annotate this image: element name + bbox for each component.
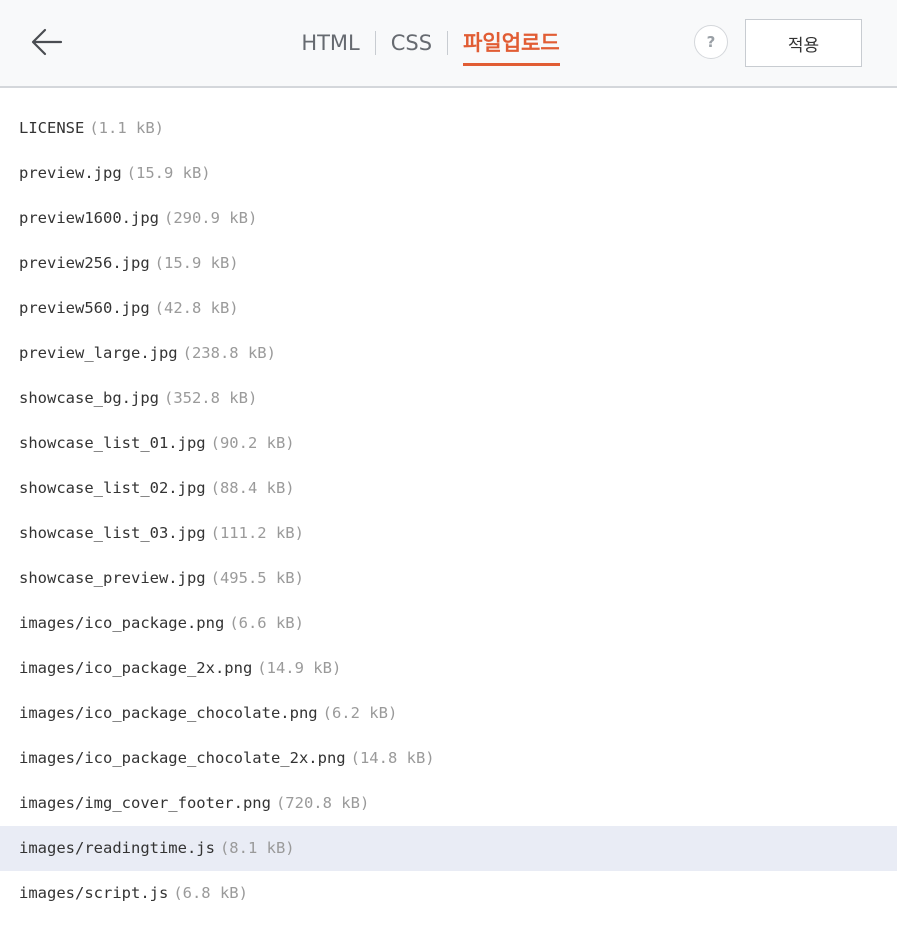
file-size: (8.1 kB) xyxy=(219,839,295,857)
file-size: (290.9 kB) xyxy=(163,209,258,227)
help-icon: ? xyxy=(706,33,716,51)
file-list-item[interactable]: showcase_preview.jpg (495.5 kB) xyxy=(0,556,897,601)
file-size: (6.6 kB) xyxy=(229,614,304,632)
file-list-item[interactable]: preview560.jpg (42.8 kB) xyxy=(0,286,897,331)
file-name: preview1600.jpg xyxy=(19,209,159,227)
file-size: (111.2 kB) xyxy=(210,524,304,542)
file-list-item[interactable]: images/ico_package_chocolate.png (6.2 kB) xyxy=(0,691,897,736)
file-name: images/ico_package_2x.png xyxy=(19,659,253,677)
file-list-item[interactable]: preview.jpg (15.9 kB) xyxy=(0,151,897,196)
top-toolbar: HTML CSS 파일업로드 ? 적용 xyxy=(0,0,897,88)
file-size: (42.8 kB) xyxy=(154,299,239,317)
file-list-item[interactable]: showcase_list_02.jpg (88.4 kB) xyxy=(0,466,897,511)
file-size: (6.2 kB) xyxy=(322,704,398,722)
tab-html[interactable]: HTML xyxy=(301,0,359,86)
file-list-item[interactable]: showcase_list_03.jpg (111.2 kB) xyxy=(0,511,897,556)
file-size: (1.1 kB) xyxy=(89,119,164,137)
file-list-item[interactable]: images/ico_package_2x.png (14.9 kB) xyxy=(0,646,897,691)
file-list-item[interactable]: images/readingtime.js (8.1 kB) xyxy=(0,826,897,871)
file-list: LICENSE (1.1 kB) preview.jpg (15.9 kB) previ… xyxy=(0,106,897,916)
help-button[interactable]: ? xyxy=(694,25,728,59)
file-name: showcase_preview.jpg xyxy=(19,569,206,587)
file-list-item[interactable]: LICENSE (1.1 kB) xyxy=(0,106,897,151)
file-name: images/ico_package.png xyxy=(19,614,225,632)
file-name: images/readingtime.js xyxy=(19,839,215,857)
file-size: (88.4 kB) xyxy=(210,479,295,497)
file-size: (15.9 kB) xyxy=(126,164,211,182)
file-name: images/img_cover_footer.png xyxy=(19,794,271,812)
file-name: preview560.jpg xyxy=(19,299,150,317)
file-size: (14.9 kB) xyxy=(257,659,342,677)
file-name: showcase_list_01.jpg xyxy=(19,434,206,452)
file-list-item[interactable]: preview1600.jpg (290.9 kB) xyxy=(0,196,897,241)
file-list-item[interactable]: images/ico_package.png (6.6 kB) xyxy=(0,601,897,646)
tab-file-upload[interactable]: 파일업로드 xyxy=(463,0,560,86)
file-list-item[interactable]: showcase_list_01.jpg (90.2 kB) xyxy=(0,421,897,466)
file-list-item[interactable]: images/img_cover_footer.png (720.8 kB) xyxy=(0,781,897,826)
tab-divider xyxy=(447,31,449,55)
file-name: LICENSE xyxy=(19,119,85,137)
file-name: images/ico_package_chocolate_2x.png xyxy=(19,749,346,767)
tab-css[interactable]: CSS xyxy=(391,0,432,86)
file-size: (238.8 kB) xyxy=(182,344,276,362)
apply-button[interactable]: 적용 xyxy=(745,19,862,67)
file-size: (14.8 kB) xyxy=(350,749,435,767)
tab-divider xyxy=(374,31,376,55)
file-name: showcase_list_02.jpg xyxy=(19,479,206,497)
file-name: preview256.jpg xyxy=(19,254,150,272)
file-size: (495.5 kB) xyxy=(210,569,304,587)
file-name: images/ico_package_chocolate.png xyxy=(19,704,318,722)
file-size: (90.2 kB) xyxy=(210,434,295,452)
file-size: (720.8 kB) xyxy=(275,794,370,812)
file-list-item[interactable]: preview256.jpg (15.9 kB) xyxy=(0,241,897,286)
file-name: preview_large.jpg xyxy=(19,344,178,362)
file-list-item[interactable]: images/script.js (6.8 kB) xyxy=(0,871,897,916)
file-list-item[interactable]: showcase_bg.jpg (352.8 kB) xyxy=(0,376,897,421)
file-list-item[interactable]: images/ico_package_chocolate_2x.png (14.8… xyxy=(0,736,897,781)
file-name: images/script.js xyxy=(19,884,169,902)
file-size: (6.8 kB) xyxy=(173,884,248,902)
file-name: showcase_list_03.jpg xyxy=(19,524,206,542)
file-name: preview.jpg xyxy=(19,164,122,182)
file-size: (352.8 kB) xyxy=(163,389,258,407)
file-size: (15.9 kB) xyxy=(154,254,239,272)
file-name: showcase_bg.jpg xyxy=(19,389,159,407)
file-list-item[interactable]: preview_large.jpg (238.8 kB) xyxy=(0,331,897,376)
